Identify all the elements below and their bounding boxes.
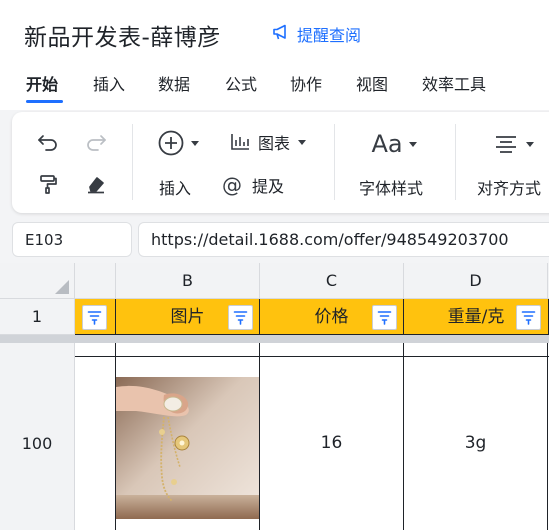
cell-image[interactable] — [116, 357, 260, 530]
chevron-down-icon — [526, 141, 534, 147]
menu-tab-data[interactable]: 数据 — [158, 71, 190, 95]
header-cell-weight[interactable]: 重量/克 — [404, 299, 549, 335]
cell-reference-box[interactable]: E103 — [12, 222, 132, 257]
header-cell-price[interactable]: 价格 — [260, 299, 404, 335]
cell-border — [115, 343, 116, 357]
partial-row — [0, 343, 549, 357]
undo-button[interactable] — [34, 129, 62, 157]
redo-icon — [87, 135, 106, 151]
filter-button[interactable] — [516, 305, 541, 330]
cell-border — [259, 343, 260, 357]
at-sign-icon: @ — [222, 173, 242, 197]
menu-tab-efficiency-tools[interactable]: 效率工具 — [422, 71, 486, 95]
toolbar-separator — [334, 124, 335, 200]
filter-icon — [521, 311, 536, 325]
chevron-down-icon — [298, 139, 306, 145]
header-cell-image[interactable]: 图片 — [116, 299, 260, 335]
menu-tab-formula[interactable]: 公式 — [225, 71, 257, 95]
header-weight-label: 重量/克 — [447, 307, 505, 327]
filter-icon — [87, 311, 102, 325]
format-painter-icon — [40, 175, 57, 194]
document-title[interactable]: 新品开发表-薛博彦 — [24, 18, 221, 52]
insert-label[interactable]: 插入 — [159, 175, 191, 199]
remind-button[interactable]: 提醒查阅 — [272, 22, 361, 46]
insert-dropdown-button[interactable] — [152, 128, 204, 158]
title-bar: 新品开发表-薛博彦 提醒查阅 — [0, 0, 549, 62]
font-style-icon: Aa — [371, 130, 403, 158]
row-number-100[interactable]: 100 — [0, 357, 75, 530]
align-center-icon — [496, 136, 516, 153]
column-header-b[interactable]: B — [116, 263, 260, 299]
toolbar-separator — [455, 124, 456, 200]
filter-icon — [377, 311, 392, 325]
cell-border — [403, 343, 404, 357]
format-painter-button[interactable] — [34, 170, 62, 198]
clear-format-button[interactable] — [82, 170, 110, 198]
mention-button[interactable]: @ 提及 — [222, 172, 296, 198]
column-header-row: B C D — [0, 263, 549, 299]
redo-button[interactable] — [82, 129, 110, 157]
font-style-dropdown-button[interactable]: Aa — [368, 129, 420, 159]
header-data-row: 1 图片 价格 重量/克 — [0, 299, 549, 335]
spreadsheet-grid: B C D 1 图片 价格 重量/克 100 16 3g — [0, 263, 549, 530]
menu-tab-view[interactable]: 视图 — [356, 71, 388, 95]
ribbon-toolbar: 插入 图表 @ 提及 Aa 字体样式 对齐方式 — [12, 112, 549, 213]
active-tab-indicator — [26, 100, 63, 103]
column-header-a[interactable] — [75, 263, 116, 299]
cell-border — [547, 343, 548, 357]
chart-label: 图表 — [257, 134, 290, 153]
chart-dropdown-button[interactable]: 图表 — [222, 129, 314, 155]
row-number-1[interactable]: 1 — [0, 299, 75, 335]
header-image-label: 图片 — [170, 307, 205, 327]
font-style-label[interactable]: 字体样式 — [359, 175, 423, 199]
frozen-row-divider[interactable] — [0, 335, 549, 343]
menu-tab-collaborate[interactable]: 协作 — [290, 71, 322, 95]
filter-button[interactable] — [372, 305, 397, 330]
menu-tab-start[interactable]: 开始 — [26, 71, 58, 95]
chevron-down-icon — [408, 141, 417, 147]
cell-price[interactable]: 16 — [260, 357, 404, 530]
align-label[interactable]: 对齐方式 — [477, 175, 541, 199]
header-cell-a[interactable] — [75, 299, 116, 335]
column-header-c[interactable]: C — [260, 263, 404, 299]
toolbar-separator — [132, 124, 133, 200]
product-photo — [116, 377, 259, 519]
menu-bar: 开始 插入 数据 公式 协作 视图 效率工具 — [0, 62, 549, 110]
header-price-label: 价格 — [314, 307, 349, 327]
mention-label: 提及 — [252, 177, 285, 196]
plus-circle-icon — [158, 130, 184, 156]
filter-icon — [233, 311, 248, 325]
cell-a100[interactable] — [75, 357, 116, 530]
megaphone-icon — [272, 23, 292, 45]
formula-input[interactable]: https://detail.1688.com/offer/9485492037… — [138, 222, 549, 257]
cell-weight[interactable]: 3g — [404, 357, 548, 530]
menu-tab-insert[interactable]: 插入 — [93, 71, 125, 95]
filter-button[interactable] — [228, 305, 253, 330]
table-row: 100 16 3g — [0, 357, 549, 530]
bar-chart-icon — [231, 134, 249, 150]
eraser-icon — [88, 177, 104, 194]
filter-button[interactable] — [82, 305, 107, 330]
select-all-triangle-icon — [55, 280, 69, 294]
align-dropdown-button[interactable] — [489, 131, 539, 157]
undo-icon — [38, 135, 57, 151]
remind-label: 提醒查阅 — [297, 26, 362, 45]
chevron-down-icon — [191, 140, 199, 146]
row-number-cell — [0, 343, 75, 357]
column-header-d[interactable]: D — [404, 263, 548, 299]
